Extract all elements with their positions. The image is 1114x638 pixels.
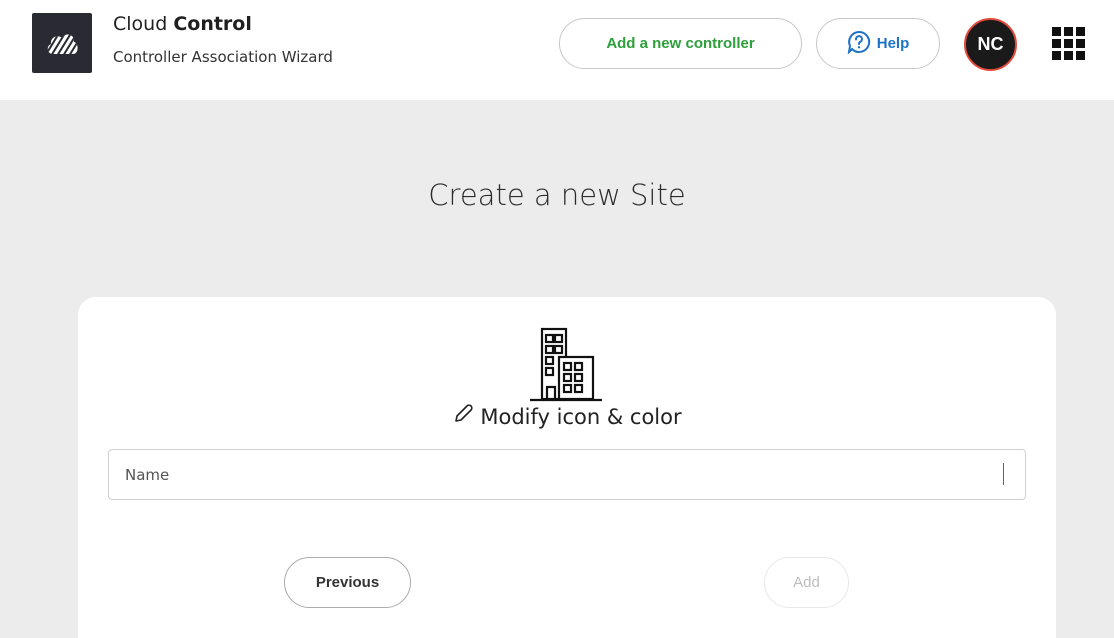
pencil-icon [452, 403, 474, 430]
text-caret [1003, 463, 1004, 485]
create-site-card: Modify icon & color Previous Add [78, 297, 1056, 638]
top-bar: Cloud Control Controller Association Wiz… [0, 0, 1114, 100]
modify-label: Modify icon & color [480, 404, 682, 429]
app-title: Cloud Control [113, 13, 252, 35]
add-label: Add [793, 574, 820, 591]
building-icon[interactable] [526, 327, 606, 403]
previous-button[interactable]: Previous [284, 557, 411, 608]
app-title-light: Cloud [113, 13, 168, 35]
modify-icon-color-link[interactable]: Modify icon & color [78, 403, 1056, 430]
avatar[interactable]: NC [964, 18, 1017, 71]
help-button[interactable]: Help [816, 18, 940, 69]
avatar-initials: NC [977, 34, 1004, 54]
help-label: Help [876, 35, 910, 52]
app-title-bold: Control [173, 13, 252, 35]
apps-grid-icon[interactable] [1052, 27, 1085, 60]
previous-label: Previous [315, 574, 380, 591]
add-controller-button[interactable]: Add a new controller [559, 18, 802, 69]
app-subtitle: Controller Association Wizard [113, 48, 333, 66]
add-button[interactable]: Add [764, 557, 849, 608]
site-name-input[interactable] [108, 449, 1026, 500]
question-bubble-icon [847, 30, 871, 58]
add-controller-label: Add a new controller [606, 35, 755, 52]
cloud-logo-icon[interactable] [32, 13, 92, 73]
page-title: Create a new Site [428, 178, 686, 212]
main-content: Create a new Site Modify icon & color Na… [0, 100, 1114, 638]
